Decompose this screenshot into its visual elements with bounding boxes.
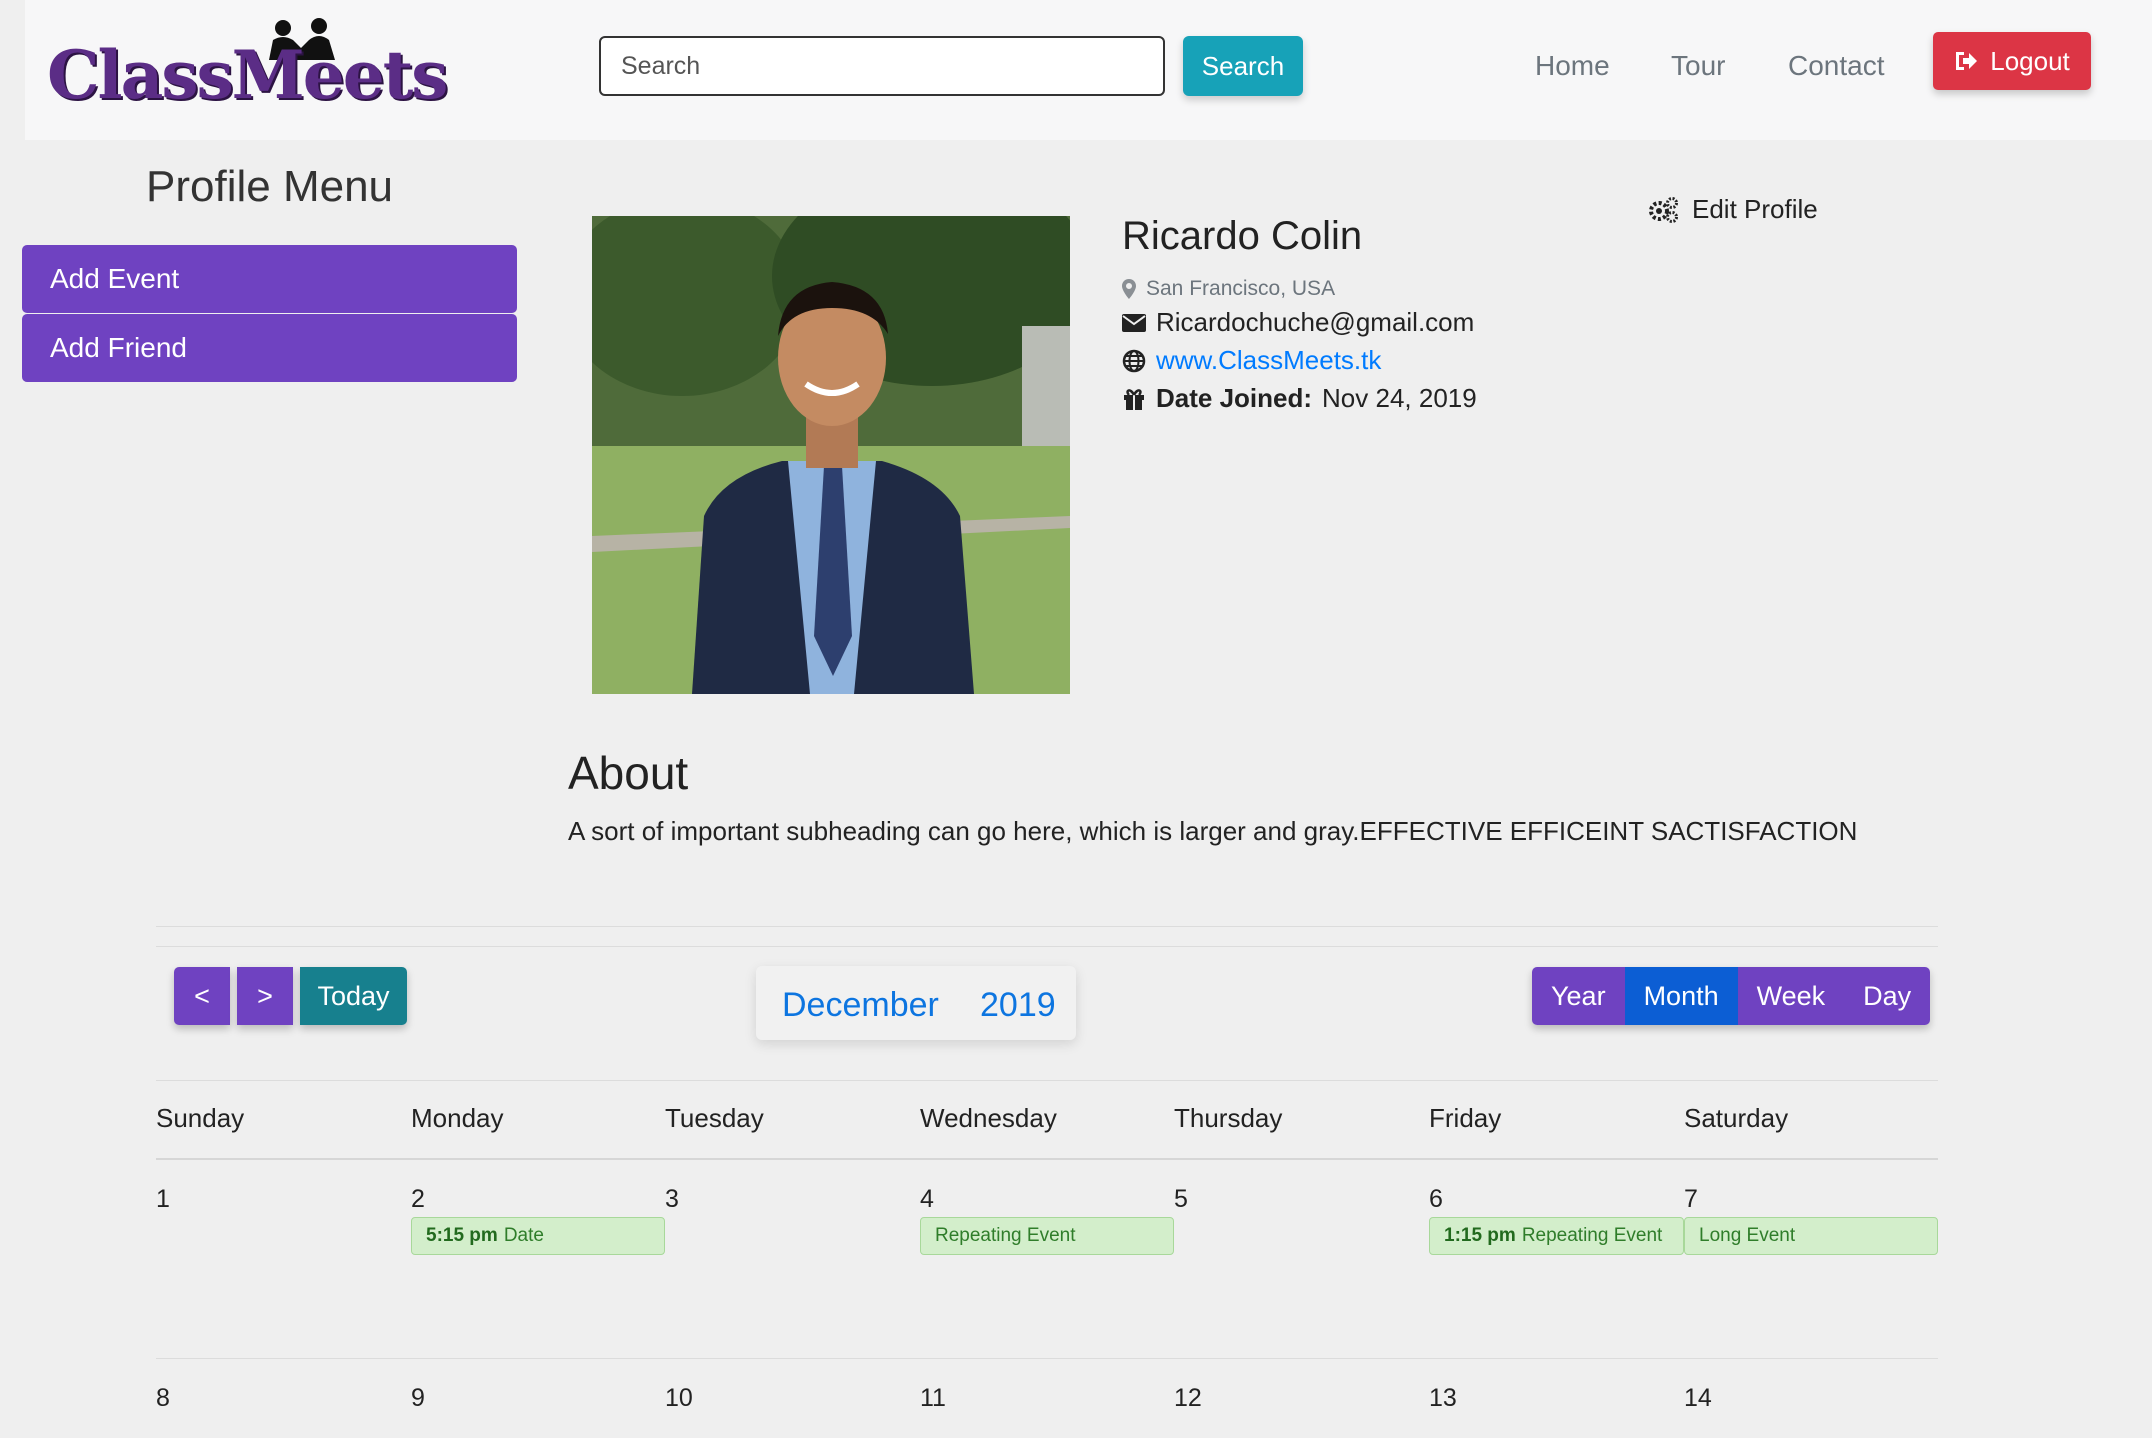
logout-button[interactable]: Logout xyxy=(1933,32,2091,90)
calendar-title: December 2019 xyxy=(756,966,1076,1040)
nav-tour[interactable]: Tour xyxy=(1671,50,1725,82)
view-switcher: Year Month Week Day xyxy=(1532,967,1931,1025)
logout-label: Logout xyxy=(1990,45,2070,76)
divider xyxy=(156,926,1938,927)
calendar-event[interactable]: 1:15 pm Repeating Event xyxy=(1429,1217,1684,1255)
about-title: About xyxy=(568,747,689,799)
event-time: 1:15 pm xyxy=(1444,1225,1516,1246)
month-view-button[interactable]: Month xyxy=(1624,967,1738,1025)
date-joined-label: Date Joined: xyxy=(1156,383,1313,413)
weekday-header: Saturday xyxy=(1684,1103,1789,1133)
edit-profile-link[interactable]: Edit Profile xyxy=(1648,194,1818,225)
event-title: Repeating Event xyxy=(935,1225,1076,1246)
day-number[interactable]: 1 xyxy=(156,1185,170,1214)
calendar-event[interactable]: Long Event xyxy=(1684,1217,1938,1255)
nav-contact[interactable]: Contact xyxy=(1788,50,1885,82)
year-view-button[interactable]: Year xyxy=(1532,967,1625,1025)
search-button[interactable]: Search xyxy=(1183,36,1303,96)
profile-menu-title: Profile Menu xyxy=(146,162,394,211)
sign-out-icon xyxy=(1956,52,1978,70)
day-number[interactable]: 5 xyxy=(1174,1185,1188,1214)
calendar-month: December xyxy=(782,986,939,1024)
calendar-event[interactable]: Repeating Event xyxy=(920,1217,1174,1255)
globe-icon xyxy=(1122,349,1146,372)
divider xyxy=(156,1158,1938,1160)
website-link[interactable]: www.ClassMeets.tk xyxy=(1156,345,1381,376)
day-number[interactable]: 13 xyxy=(1429,1384,1457,1413)
cogs-icon xyxy=(1649,196,1678,223)
today-button[interactable]: Today xyxy=(300,967,407,1025)
day-number[interactable]: 11 xyxy=(920,1384,946,1413)
email-text: Ricardochuche@gmail.com xyxy=(1156,307,1475,337)
day-number[interactable]: 14 xyxy=(1684,1384,1712,1413)
location-row: San Francisco, USA xyxy=(1122,277,1335,301)
day-number[interactable]: 8 xyxy=(156,1384,170,1413)
divider xyxy=(156,1080,1938,1081)
weekday-header: Thursday xyxy=(1174,1103,1283,1133)
email-row: Ricardochuche@gmail.com xyxy=(1122,307,1474,338)
day-number[interactable]: 12 xyxy=(1174,1384,1202,1413)
calendar-event[interactable]: 5:15 pm Date xyxy=(411,1217,665,1255)
profile-name: Ricardo Colin xyxy=(1122,214,1363,258)
date-joined-row: Date Joined: Nov 24, 2019 xyxy=(1122,383,1477,414)
map-marker-icon xyxy=(1122,279,1136,299)
event-title: Repeating Event xyxy=(1521,1225,1663,1246)
about-text: A sort of important subheading can go he… xyxy=(568,816,1858,846)
day-number[interactable]: 2 xyxy=(411,1185,425,1214)
day-number[interactable]: 9 xyxy=(411,1384,425,1413)
event-title: Date xyxy=(503,1225,544,1246)
day-number[interactable]: 10 xyxy=(665,1384,693,1413)
website-row: www.ClassMeets.tk xyxy=(1122,345,1381,376)
next-button[interactable]: > xyxy=(237,967,293,1025)
calendar-year: 2019 xyxy=(980,986,1056,1024)
nav-home[interactable]: Home xyxy=(1535,50,1610,82)
day-view-button[interactable]: Day xyxy=(1844,967,1931,1025)
day-number[interactable]: 4 xyxy=(920,1185,934,1214)
search-input[interactable] xyxy=(599,36,1165,96)
envelope-icon xyxy=(1122,313,1146,332)
weekday-header: Friday xyxy=(1429,1103,1502,1133)
logo-text: ClassMeets xyxy=(47,36,448,114)
week-view-button[interactable]: Week xyxy=(1737,967,1845,1025)
divider xyxy=(156,946,1938,947)
date-joined-value: Nov 24, 2019 xyxy=(1322,383,1477,413)
weekday-header: Monday xyxy=(411,1103,504,1133)
weekday-header: Sunday xyxy=(156,1103,245,1133)
logo[interactable]: ClassMeets xyxy=(47,18,448,118)
day-number[interactable]: 3 xyxy=(665,1185,679,1214)
weekday-header: Tuesday xyxy=(665,1103,764,1133)
event-title: Long Event xyxy=(1699,1225,1796,1246)
event-time: 5:15 pm xyxy=(426,1225,498,1246)
add-event-button[interactable]: Add Event xyxy=(22,245,517,313)
profile-photo xyxy=(592,216,1070,694)
edit-profile-label: Edit Profile xyxy=(1692,194,1818,224)
navbar: ClassMeets Search Home Tour Contact Logo… xyxy=(25,0,2152,140)
location-text: San Francisco, USA xyxy=(1146,277,1336,300)
day-number[interactable]: 6 xyxy=(1429,1185,1443,1214)
weekday-header: Wednesday xyxy=(920,1103,1057,1133)
divider xyxy=(156,1358,1938,1359)
add-friend-button[interactable]: Add Friend xyxy=(22,314,517,382)
gift-icon xyxy=(1124,388,1144,410)
day-number[interactable]: 7 xyxy=(1684,1185,1698,1214)
prev-button[interactable]: < xyxy=(174,967,230,1025)
